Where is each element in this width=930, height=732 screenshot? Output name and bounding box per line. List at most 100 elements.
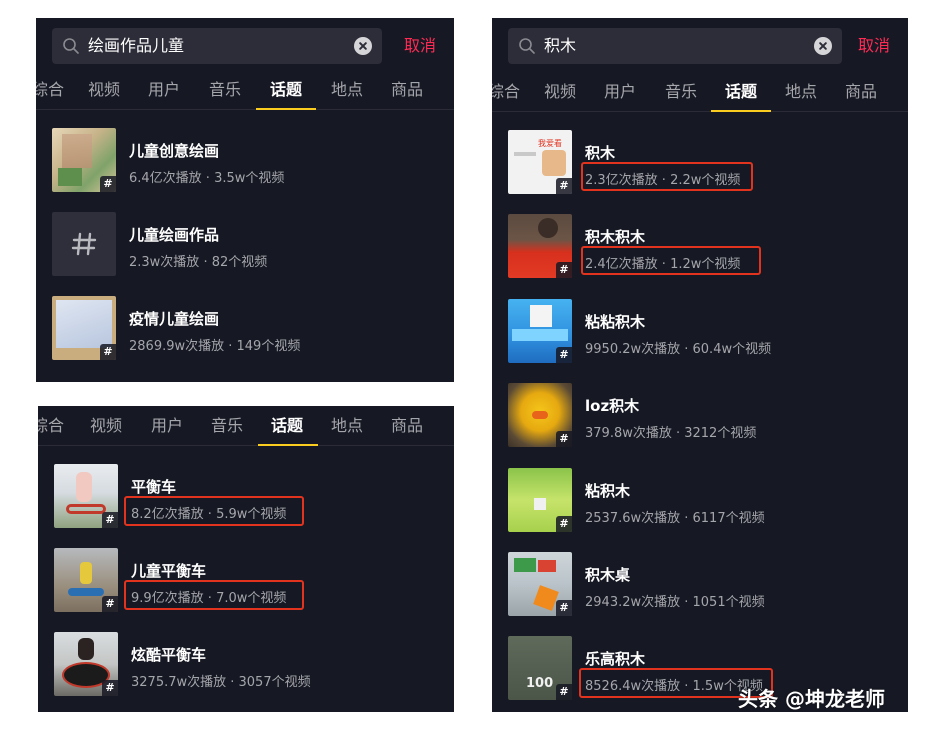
search-icon bbox=[63, 38, 79, 54]
topic-item[interactable]: # 积木积木 2.4亿次播放 · 1.2w个视频 bbox=[492, 208, 908, 292]
tab-topics[interactable]: 话题 bbox=[271, 408, 303, 444]
topic-thumbnail: # bbox=[54, 632, 118, 696]
topic-title: 平衡车 bbox=[131, 478, 177, 496]
search-icon bbox=[519, 38, 535, 54]
topic-title: 积木 bbox=[585, 144, 616, 162]
active-tab-indicator bbox=[258, 444, 318, 446]
hashtag-icon bbox=[71, 232, 97, 256]
topic-thumbnail: # bbox=[52, 128, 116, 192]
hashtag-icon: # bbox=[556, 684, 572, 700]
highlight-box bbox=[124, 580, 304, 610]
search-input[interactable]: 积木 bbox=[508, 28, 842, 64]
topic-title: 儿童创意绘画 bbox=[129, 142, 220, 160]
tab-comprehensive[interactable]: 综合 bbox=[36, 72, 64, 108]
clear-icon[interactable] bbox=[814, 37, 832, 55]
clear-icon[interactable] bbox=[354, 37, 372, 55]
topic-title: 积木积木 bbox=[585, 228, 646, 246]
search-query: 绘画作品儿童 bbox=[88, 36, 185, 55]
topic-thumbnail: # bbox=[508, 383, 572, 447]
topic-thumbnail: 我爱看 # bbox=[508, 130, 572, 194]
topic-thumbnail: # bbox=[52, 296, 116, 360]
tab-videos[interactable]: 视频 bbox=[88, 72, 120, 108]
topic-title: 粘积木 bbox=[585, 482, 631, 500]
tab-videos[interactable]: 视频 bbox=[90, 408, 122, 444]
hashtag-icon: # bbox=[556, 262, 572, 278]
topic-title: 儿童绘画作品 bbox=[129, 226, 220, 244]
tab-videos[interactable]: 视频 bbox=[544, 74, 576, 110]
highlight-box bbox=[124, 496, 304, 526]
tab-products[interactable]: 商品 bbox=[391, 408, 423, 444]
tab-users[interactable]: 用户 bbox=[604, 74, 636, 110]
topic-title: 疫情儿童绘画 bbox=[129, 310, 220, 328]
topic-title: 儿童平衡车 bbox=[131, 562, 207, 580]
hashtag-icon: # bbox=[556, 600, 572, 616]
tab-comprehensive[interactable]: 综合 bbox=[38, 408, 64, 444]
tab-music[interactable]: 音乐 bbox=[665, 74, 697, 110]
hashtag-icon: # bbox=[556, 431, 572, 447]
search-query: 积木 bbox=[544, 36, 577, 55]
topic-thumbnail bbox=[52, 212, 116, 276]
topic-item[interactable]: # 粘粘积木 9950.2w次播放 · 60.4w个视频 bbox=[492, 293, 908, 377]
tab-comprehensive[interactable]: 综合 bbox=[492, 74, 520, 110]
topic-stats: 3275.7w次播放 · 3057个视频 bbox=[131, 675, 311, 690]
topic-stats: 2537.6w次播放 · 6117个视频 bbox=[585, 511, 765, 526]
tab-users[interactable]: 用户 bbox=[148, 72, 180, 108]
topic-title: 炫酷平衡车 bbox=[131, 646, 207, 664]
topic-thumbnail: # bbox=[508, 468, 572, 532]
tab-products[interactable]: 商品 bbox=[845, 74, 877, 110]
active-tab-indicator bbox=[711, 110, 771, 112]
hashtag-icon: # bbox=[100, 344, 116, 360]
topic-item[interactable]: # 疫情儿童绘画 2869.9w次播放 · 149个视频 bbox=[36, 290, 454, 374]
topic-stats: 2869.9w次播放 · 149个视频 bbox=[129, 339, 301, 354]
highlight-box bbox=[581, 246, 761, 275]
highlight-box bbox=[581, 162, 753, 191]
tab-users[interactable]: 用户 bbox=[151, 408, 183, 444]
topic-stats: 2943.2w次播放 · 1051个视频 bbox=[585, 595, 765, 610]
tab-places[interactable]: 地点 bbox=[785, 74, 817, 110]
topic-item[interactable]: # 积木桌 2943.2w次播放 · 1051个视频 bbox=[492, 546, 908, 630]
hashtag-icon: # bbox=[102, 512, 118, 528]
topic-item[interactable]: # 平衡车 8.2亿次播放 · 5.9w个视频 bbox=[38, 458, 454, 542]
search-bar: 绘画作品儿童 取消 bbox=[36, 18, 454, 74]
tab-music[interactable]: 音乐 bbox=[209, 72, 241, 108]
thumbnail-caption: 100 bbox=[526, 676, 554, 691]
thumbnail-caption: 我爱看 bbox=[538, 139, 562, 148]
topic-thumbnail: # bbox=[508, 552, 572, 616]
hashtag-icon: # bbox=[556, 178, 572, 194]
tab-products[interactable]: 商品 bbox=[391, 72, 423, 108]
hashtag-icon: # bbox=[556, 347, 572, 363]
topic-title: 积木桌 bbox=[585, 566, 631, 584]
topic-thumbnail: # bbox=[508, 299, 572, 363]
topic-item[interactable]: # 儿童创意绘画 6.4亿次播放 · 3.5w个视频 bbox=[36, 122, 454, 206]
search-results-panel-drawing: 绘画作品儿童 取消 综合 视频 用户 音乐 话题 地点 商品 # 儿童创意绘画 … bbox=[36, 18, 454, 382]
topic-title: 粘粘积木 bbox=[585, 313, 646, 331]
tab-bar: 综合 视频 用户 音乐 话题 地点 商品 bbox=[36, 72, 454, 110]
tab-topics[interactable]: 话题 bbox=[725, 74, 757, 110]
topic-thumbnail: 100 # bbox=[508, 636, 572, 700]
topic-item[interactable]: 儿童绘画作品 2.3w次播放 · 82个视频 bbox=[36, 206, 454, 290]
topic-item[interactable]: # 儿童平衡车 9.9亿次播放 · 7.0w个视频 bbox=[38, 542, 454, 626]
tab-places[interactable]: 地点 bbox=[331, 72, 363, 108]
tab-places[interactable]: 地点 bbox=[331, 408, 363, 444]
topic-thumbnail: # bbox=[54, 464, 118, 528]
search-results-panel-blocks: 积木 取消 综合 视频 用户 音乐 话题 地点 商品 我爱看 # 积木 2.3亿… bbox=[492, 18, 908, 712]
cancel-button[interactable]: 取消 bbox=[858, 28, 890, 64]
hashtag-icon: # bbox=[556, 516, 572, 532]
topic-item[interactable]: # 粘积木 2537.6w次播放 · 6117个视频 bbox=[492, 462, 908, 546]
cancel-button[interactable]: 取消 bbox=[404, 28, 436, 64]
topic-item[interactable]: # loz积木 379.8w次播放 · 3212个视频 bbox=[492, 377, 908, 461]
tab-topics[interactable]: 话题 bbox=[270, 72, 302, 108]
hashtag-icon: # bbox=[102, 680, 118, 696]
watermark: 头条 @坤龙老师 bbox=[738, 687, 885, 711]
topic-stats: 9950.2w次播放 · 60.4w个视频 bbox=[585, 342, 772, 357]
topic-thumbnail: # bbox=[508, 214, 572, 278]
topic-item[interactable]: 我爱看 # 积木 2.3亿次播放 · 2.2w个视频 bbox=[492, 124, 908, 208]
tab-bar: 综合 视频 用户 音乐 话题 地点 商品 bbox=[38, 408, 454, 446]
search-input[interactable]: 绘画作品儿童 bbox=[52, 28, 382, 64]
topic-item[interactable]: # 炫酷平衡车 3275.7w次播放 · 3057个视频 bbox=[38, 626, 454, 710]
search-results-panel-balance-bike: 综合 视频 用户 音乐 话题 地点 商品 # 平衡车 8.2亿次播放 · 5.9… bbox=[38, 406, 454, 712]
topic-title: 乐高积木 bbox=[585, 650, 646, 668]
tab-music[interactable]: 音乐 bbox=[211, 408, 243, 444]
topic-stats: 379.8w次播放 · 3212个视频 bbox=[585, 426, 757, 441]
topic-thumbnail: # bbox=[54, 548, 118, 612]
